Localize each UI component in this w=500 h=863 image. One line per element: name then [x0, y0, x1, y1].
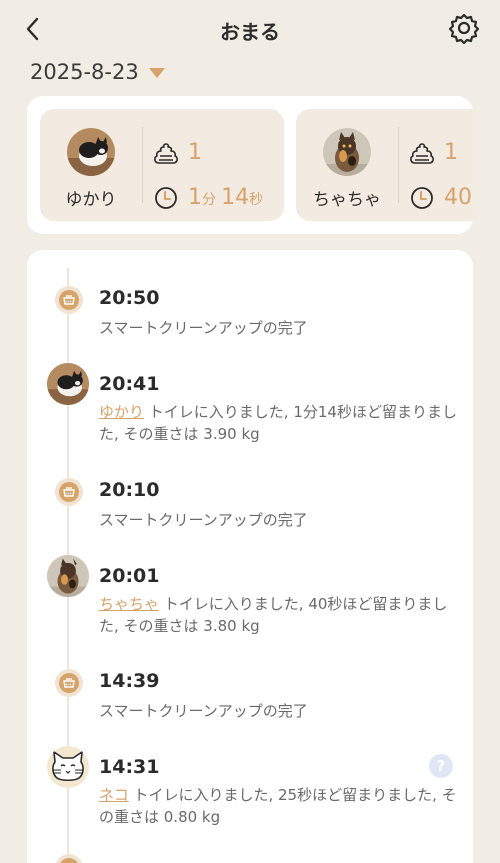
litter-box-icon [63, 678, 75, 688]
gear-icon [448, 13, 480, 45]
event-time: 14:39 [99, 670, 160, 692]
minute-unit: 分 [202, 192, 216, 208]
avatar [47, 363, 89, 405]
visit-count-row: 1 [410, 140, 458, 165]
poop-icon [154, 142, 178, 164]
second-unit: 秒 [249, 192, 264, 208]
avatar [323, 128, 371, 176]
event-text: トイレに入りました, 25秒ほど留まりました, その重さは 0.80 kg [99, 786, 457, 826]
visit-count-row: 1 [154, 140, 202, 165]
event-time: 20:10 [99, 479, 160, 501]
app-header: おまる [0, 0, 500, 58]
duration-row: 40 [410, 185, 472, 210]
cat-link[interactable]: ちゃちゃ [99, 595, 159, 613]
event-time: 20:41 [99, 373, 160, 395]
divider [398, 127, 399, 203]
duration-row: 1分 14秒 [154, 185, 263, 210]
date-value: 2025-8-23 [30, 60, 139, 84]
event-description: ゆかり トイレに入りました, 1分14秒ほど留まりました, その重さは 3.90… [99, 401, 459, 445]
event-time: 14:31 [99, 756, 160, 778]
event-time: 20:01 [99, 565, 160, 587]
caret-down-icon [148, 68, 165, 78]
cat-link[interactable]: ネコ [99, 786, 129, 804]
avatar [67, 128, 115, 176]
cat-name: ゆかり [65, 190, 117, 210]
duration-seconds: 40 [444, 185, 472, 210]
cleanup-marker [55, 286, 83, 314]
summary-panel: ゆかり 1 1分 14秒 ちゃちゃ 1 40 [27, 96, 473, 234]
duration-seconds: 14 [221, 185, 250, 210]
litter-box-icon [63, 487, 75, 497]
duration-minutes: 1 [188, 185, 202, 210]
clock-icon [155, 186, 177, 209]
event-time: 20:50 [99, 287, 160, 309]
visit-count: 1 [188, 140, 202, 165]
avatar [47, 746, 89, 788]
cat-link[interactable]: ゆかり [99, 403, 144, 421]
cat-summary-card[interactable]: ゆかり 1 1分 14秒 [40, 109, 284, 221]
cleanup-marker [55, 478, 83, 506]
cleanup-marker [55, 854, 83, 863]
cat-face-icon [52, 751, 84, 782]
event-description: ちゃちゃ トイレに入りました, 40秒ほど留まりました, その重さは 3.80 … [99, 593, 459, 637]
cat-summary-card[interactable]: ちゃちゃ 1 40 [296, 109, 473, 221]
activity-timeline: 20:50 スマートクリーンアップの完了 20:41 ゆかり トイレに入りました… [27, 250, 473, 863]
event-description: スマートクリーンアップの完了 [99, 319, 308, 337]
litter-box-icon [63, 295, 75, 305]
poop-icon [410, 142, 434, 164]
cleanup-marker [55, 669, 83, 697]
page-title: おまる [220, 20, 280, 44]
event-text: トイレに入りました, 1分14秒ほど留まりました, その重さは 3.90 kg [99, 403, 457, 443]
avatar [47, 555, 89, 597]
cat-name: ちゃちゃ [313, 190, 381, 210]
event-description: ネコ トイレに入りました, 25秒ほど留まりました, その重さは 0.80 kg [99, 784, 459, 828]
visit-count: 1 [444, 140, 458, 165]
clock-icon [411, 186, 433, 209]
help-icon[interactable]: ? [429, 754, 453, 778]
divider [142, 127, 143, 203]
event-description: スマートクリーンアップの完了 [99, 702, 308, 720]
date-selector[interactable]: 2025-8-23 [30, 58, 165, 86]
event-description: スマートクリーンアップの完了 [99, 511, 308, 529]
settings-button[interactable] [448, 12, 480, 45]
